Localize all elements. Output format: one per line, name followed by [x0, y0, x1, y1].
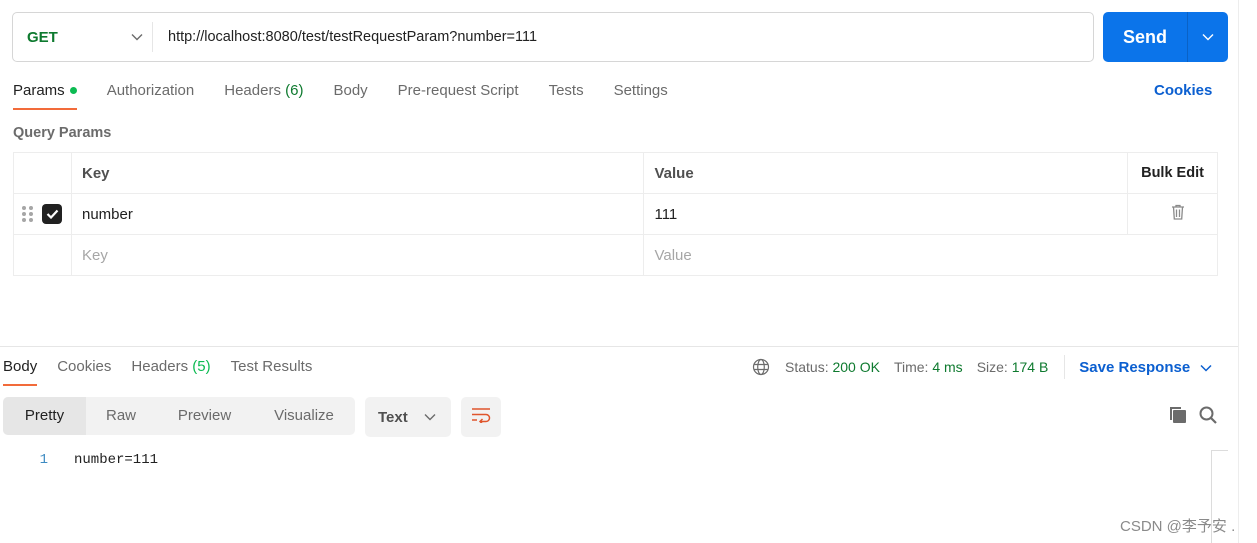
header-control-cell — [13, 152, 72, 194]
table-header-row: Key Value Bulk Edit — [13, 152, 1218, 194]
response-tab-headers[interactable]: Headers (5) — [131, 356, 210, 386]
trash-icon — [1171, 204, 1185, 224]
params-indicator-dot — [69, 86, 77, 94]
query-params-table: Key Value Bulk Edit number 111 Key Value — [13, 152, 1218, 276]
response-body-editor[interactable]: 1 number=111 — [0, 452, 158, 468]
new-key-input[interactable]: Key — [70, 234, 645, 276]
drag-handle-icon[interactable] — [22, 206, 33, 222]
view-mode-segmented: Pretty Raw Preview Visualize — [3, 397, 355, 435]
method-label: GET — [27, 28, 58, 46]
response-headers-count: (5) — [192, 358, 211, 375]
tab-params[interactable]: Params — [13, 80, 77, 110]
code-line: number=111 — [74, 452, 159, 468]
chevron-down-icon — [1202, 28, 1214, 46]
wrap-lines-icon — [471, 407, 491, 428]
request-url-bar: GET — [12, 12, 1094, 62]
request-tabs: Params Authorization Headers (6) Body Pr… — [13, 80, 698, 110]
tab-headers[interactable]: Headers (6) — [224, 80, 303, 110]
row-actions — [1127, 193, 1218, 235]
response-meta: Status: 200 OK Time: 4 ms Size: 174 B Sa… — [752, 355, 1212, 379]
editor-scrollbar-cap — [1211, 450, 1228, 451]
search-icon[interactable] — [1198, 405, 1218, 430]
chevron-down-icon — [1200, 359, 1212, 376]
response-size[interactable]: Size: 174 B — [977, 359, 1049, 375]
line-number: 1 — [39, 452, 48, 468]
view-preview[interactable]: Preview — [156, 397, 253, 435]
meta-separator — [1064, 355, 1066, 379]
globe-icon[interactable] — [752, 358, 770, 376]
view-pretty[interactable]: Pretty — [3, 397, 86, 435]
tab-body[interactable]: Body — [333, 80, 367, 110]
delete-row-button[interactable] — [1138, 204, 1217, 224]
time-value: 4 ms — [932, 359, 963, 375]
header-key: Key — [70, 152, 645, 194]
row-controls — [13, 193, 72, 235]
send-button[interactable]: Send — [1103, 12, 1188, 62]
response-time[interactable]: Time: 4 ms — [894, 359, 963, 375]
chevron-down-icon — [122, 33, 152, 41]
response-tabs: Body Cookies Headers (5) Test Results — [3, 356, 332, 386]
tab-settings[interactable]: Settings — [614, 80, 668, 110]
table-row-new: Key Value — [13, 234, 1218, 276]
chevron-down-icon — [424, 408, 436, 426]
view-raw[interactable]: Raw — [86, 397, 156, 435]
send-button-group: Send — [1103, 12, 1228, 62]
save-response-button[interactable]: Save Response — [1079, 359, 1212, 376]
query-params-title: Query Params — [13, 125, 112, 141]
watermark: CSDN @李予安 . — [1120, 518, 1236, 535]
pane-divider — [1238, 0, 1239, 543]
size-value: 174 B — [1011, 359, 1049, 375]
headers-count: (6) — [285, 82, 304, 99]
tab-label: Headers — [224, 82, 281, 99]
save-response-label: Save Response — [1079, 358, 1191, 376]
response-status[interactable]: Status: 200 OK — [785, 359, 880, 375]
row-controls-empty — [13, 234, 72, 276]
tab-authorization[interactable]: Authorization — [107, 80, 195, 110]
copy-icon[interactable] — [1168, 405, 1188, 430]
response-tab-cookies[interactable]: Cookies — [57, 356, 111, 386]
url-input[interactable] — [153, 22, 1093, 52]
response-divider[interactable] — [0, 346, 1238, 347]
response-tab-test-results[interactable]: Test Results — [231, 356, 313, 386]
param-key-cell[interactable]: number — [70, 193, 645, 235]
bulk-edit-button[interactable]: Bulk Edit — [1127, 152, 1218, 194]
tab-label: Headers — [131, 358, 189, 375]
table-row: number 111 — [13, 193, 1218, 235]
method-select[interactable]: GET — [13, 22, 153, 52]
send-options-button[interactable] — [1188, 12, 1228, 62]
tab-pre-request-script[interactable]: Pre-request Script — [398, 80, 519, 110]
tab-label: Params — [13, 82, 65, 99]
param-enabled-checkbox[interactable] — [42, 204, 62, 224]
view-visualize[interactable]: Visualize — [253, 397, 355, 435]
wrap-lines-button[interactable] — [461, 397, 501, 437]
status-value: 200 OK — [832, 359, 880, 375]
format-select[interactable]: Text — [365, 397, 451, 437]
param-value-cell[interactable]: 111 — [643, 193, 1129, 235]
header-value: Value — [643, 152, 1129, 194]
tab-tests[interactable]: Tests — [549, 80, 584, 110]
new-value-input[interactable]: Value — [643, 234, 1218, 276]
response-tab-body[interactable]: Body — [3, 356, 38, 386]
cookies-link[interactable]: Cookies — [1154, 82, 1212, 99]
format-label: Text — [378, 408, 408, 426]
